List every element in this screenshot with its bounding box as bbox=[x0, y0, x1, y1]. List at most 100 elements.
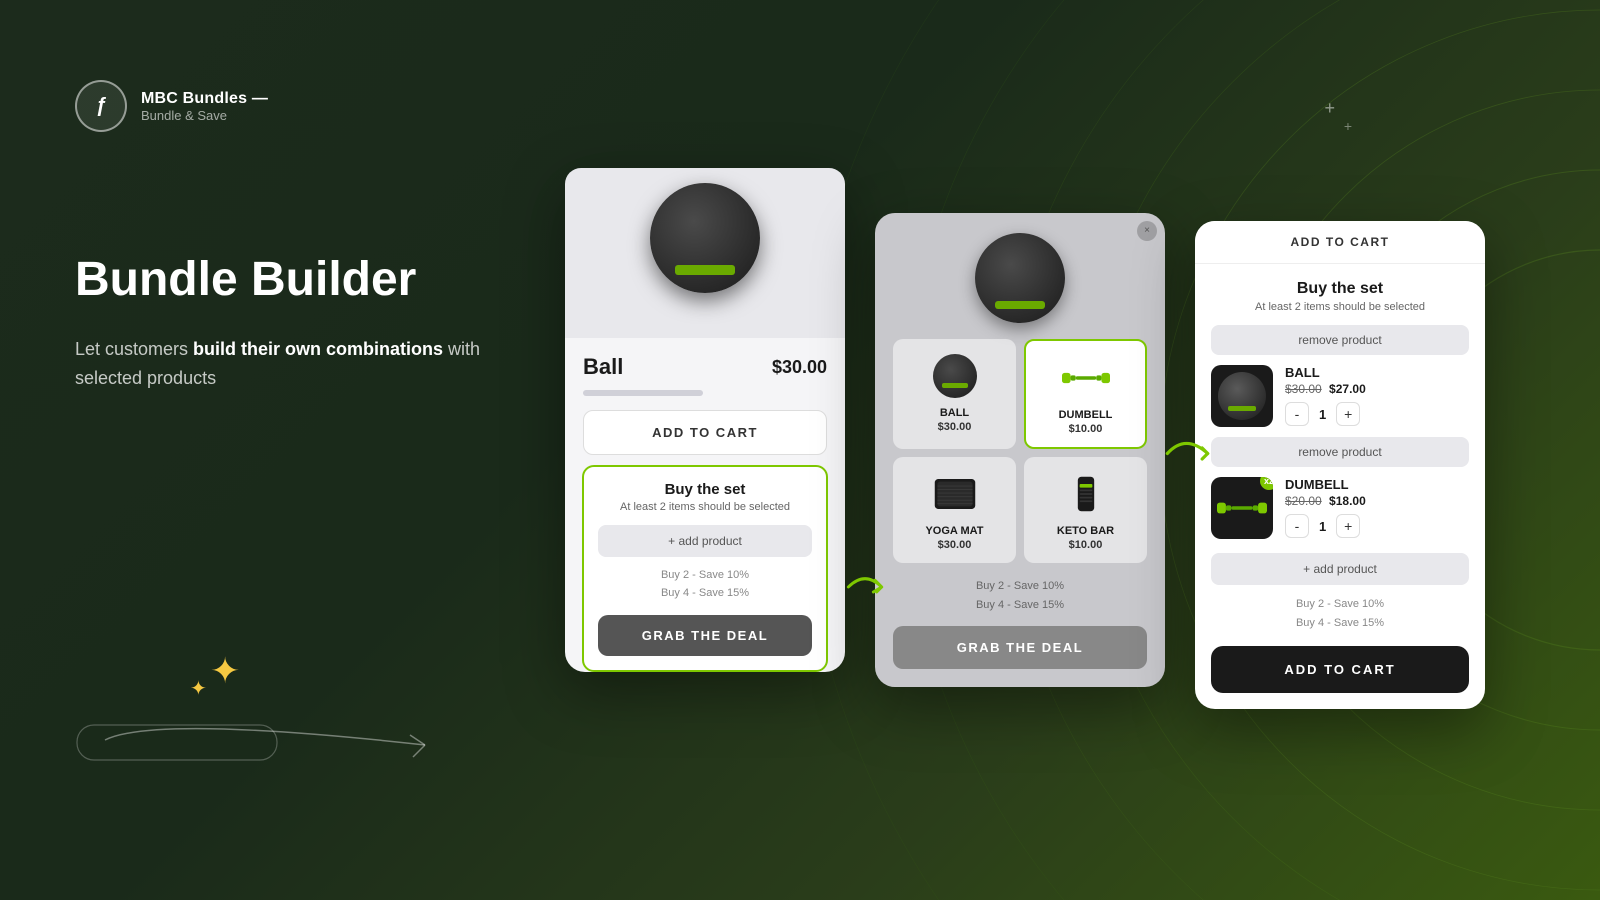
card2-wrapper: BALL $30.00 DUMBELL bbox=[875, 213, 1165, 687]
dumbbell-icon bbox=[1061, 353, 1111, 403]
dumbbell-name: DUMBELL bbox=[1034, 409, 1137, 421]
plus-top-right2: + bbox=[1344, 118, 1352, 134]
ball-original-price: $30.00 bbox=[1285, 382, 1322, 396]
ball-name: BALL bbox=[901, 407, 1008, 419]
bundle-dumbbell-name: DUMBELL bbox=[1285, 477, 1469, 492]
remove-product-button-2[interactable]: remove product bbox=[1211, 437, 1469, 467]
card3-wrapper: ADD TO CART Buy the set At least 2 items… bbox=[1195, 191, 1485, 709]
ball-qty-control: - 1 + bbox=[1285, 402, 1469, 426]
card2: BALL $30.00 DUMBELL bbox=[875, 213, 1165, 687]
dumbbell-qty-minus[interactable]: - bbox=[1285, 514, 1309, 538]
yogamat-svg bbox=[933, 476, 977, 512]
logo-circle: ƒ bbox=[75, 80, 127, 132]
dumbbell-qty-plus[interactable]: + bbox=[1336, 514, 1360, 538]
ketobar-price: $10.00 bbox=[1032, 539, 1139, 551]
card1-body: Ball $30.00 ADD TO CART Buy the set At l… bbox=[565, 338, 845, 671]
brand-title: MBC Bundles — bbox=[141, 90, 268, 108]
ball-qty-plus[interactable]: + bbox=[1336, 402, 1360, 426]
card1-image-area bbox=[565, 168, 845, 338]
discount-line2: Buy 4 - Save 15% bbox=[661, 587, 749, 599]
dumbbell-qty-badge: x2 bbox=[1260, 477, 1273, 490]
card3-discount-1: Buy 2 - Save 10% bbox=[1296, 598, 1384, 610]
plus-top-right: + bbox=[1324, 98, 1335, 119]
card2-discount-2: Buy 4 - Save 15% bbox=[976, 599, 1064, 611]
brand-subtitle: Bundle & Save bbox=[141, 108, 268, 123]
hero-heading: Bundle Builder bbox=[75, 252, 495, 307]
card1-wrapper: Ball $30.00 ADD TO CART Buy the set At l… bbox=[565, 188, 845, 671]
card3-bundle-title: Buy the set bbox=[1211, 280, 1469, 298]
dumbbell-svg bbox=[1062, 364, 1110, 392]
logo-icon: ƒ bbox=[95, 95, 106, 118]
yogamat-name: YOGA MAT bbox=[901, 525, 1008, 537]
bundle-dumbbell-svg bbox=[1217, 493, 1267, 523]
add-to-cart-button-3-top[interactable]: ADD TO CART bbox=[1195, 221, 1485, 264]
ball-icon bbox=[930, 351, 980, 401]
card3-discount: Buy 2 - Save 10% Buy 4 - Save 15% bbox=[1211, 595, 1469, 632]
ketobar-name: KETO BAR bbox=[1032, 525, 1139, 537]
bundle-dumbbell-info: DUMBELL $20.00 $18.00 - 1 + bbox=[1285, 477, 1469, 538]
bundle-ball-sphere bbox=[1218, 372, 1266, 420]
card3-body: Buy the set At least 2 items should be s… bbox=[1195, 264, 1485, 709]
grab-deal-button-1[interactable]: GRAB THE DEAL bbox=[598, 615, 812, 656]
bundle-product-ball: BALL $30.00 $27.00 - 1 + bbox=[1211, 365, 1469, 427]
sparkle-large: ✦ bbox=[210, 650, 240, 692]
bundle-ball-image bbox=[1211, 365, 1273, 427]
arrow-decoration bbox=[75, 695, 475, 780]
dumbbell-qty-control: - 1 + bbox=[1285, 514, 1469, 538]
bundle-section-1: Buy the set At least 2 items should be s… bbox=[582, 465, 828, 671]
bundle-ball-info: BALL $30.00 $27.00 - 1 + bbox=[1285, 365, 1469, 426]
ball-image bbox=[650, 183, 760, 293]
add-to-cart-button-1[interactable]: ADD TO CART bbox=[583, 410, 827, 455]
card3-discount-2: Buy 4 - Save 15% bbox=[1296, 617, 1384, 629]
close-button-2[interactable]: × bbox=[1137, 221, 1157, 241]
bundle-dumbbell-image: x2 bbox=[1211, 477, 1273, 539]
dumbbell-original-price: $20.00 bbox=[1285, 494, 1322, 508]
add-to-cart-button-3-bottom[interactable]: ADD TO CART bbox=[1211, 646, 1469, 693]
bundle-ball-name: BALL bbox=[1285, 365, 1469, 380]
rating-bar bbox=[583, 390, 703, 396]
discount-line1: Buy 2 - Save 10% bbox=[661, 569, 749, 581]
ball-price: $30.00 bbox=[901, 421, 1008, 433]
logo-text: MBC Bundles — Bundle & Save bbox=[141, 90, 268, 123]
green-arrow-2 bbox=[1160, 426, 1215, 486]
hero-description: Let customers build their own combinatio… bbox=[75, 335, 495, 393]
remove-product-button-1[interactable]: remove product bbox=[1211, 325, 1469, 355]
mini-ball bbox=[933, 354, 977, 398]
yogamat-icon bbox=[930, 469, 980, 519]
ketobar-icon bbox=[1061, 469, 1111, 519]
product-info-row: Ball $30.00 bbox=[583, 354, 827, 380]
bundle-subtitle-1: At least 2 items should be selected bbox=[598, 501, 812, 513]
grid-item-ketobar[interactable]: KETO BAR $10.00 bbox=[1024, 457, 1147, 563]
product-price: $30.00 bbox=[772, 357, 827, 378]
discount-info-1: Buy 2 - Save 10% Buy 4 - Save 15% bbox=[598, 567, 812, 602]
grid-item-ball[interactable]: BALL $30.00 bbox=[893, 339, 1016, 449]
card1: Ball $30.00 ADD TO CART Buy the set At l… bbox=[565, 168, 845, 671]
card2-discount: Buy 2 - Save 10% Buy 4 - Save 15% bbox=[893, 577, 1147, 614]
product-grid: BALL $30.00 DUMBELL bbox=[893, 339, 1147, 563]
product-name: Ball bbox=[583, 354, 623, 380]
add-product-button-3[interactable]: + add product bbox=[1211, 553, 1469, 585]
grid-item-dumbbell[interactable]: DUMBELL $10.00 bbox=[1024, 339, 1147, 449]
dumbbell-price: $10.00 bbox=[1034, 423, 1137, 435]
dumbbell-discounted-price: $18.00 bbox=[1329, 494, 1366, 508]
grid-item-yogamat[interactable]: YOGA MAT $30.00 bbox=[893, 457, 1016, 563]
card2-discount-1: Buy 2 - Save 10% bbox=[976, 580, 1064, 592]
bundle-dumbbell-prices: $20.00 $18.00 bbox=[1285, 494, 1469, 508]
ball-stripe bbox=[1228, 406, 1256, 411]
logo-area: ƒ MBC Bundles — Bundle & Save bbox=[75, 80, 495, 132]
ball-qty-minus[interactable]: - bbox=[1285, 402, 1309, 426]
ketobar-svg bbox=[1076, 474, 1096, 514]
ball-qty-value: 1 bbox=[1319, 407, 1326, 422]
grab-deal-button-2[interactable]: GRAB THE DEAL bbox=[893, 626, 1147, 669]
cards-area: Ball $30.00 ADD TO CART Buy the set At l… bbox=[450, 0, 1600, 900]
left-panel: ƒ MBC Bundles — Bundle & Save Bundle Bui… bbox=[75, 80, 495, 393]
dumbbell-qty-value: 1 bbox=[1319, 519, 1326, 534]
bundle-product-dumbbell: x2 DUMBELL $20.00 $18.00 - 1 + bbox=[1211, 477, 1469, 539]
card3: ADD TO CART Buy the set At least 2 items… bbox=[1195, 221, 1485, 709]
add-product-button-1[interactable]: + add product bbox=[598, 525, 812, 557]
bundle-title-1: Buy the set bbox=[598, 481, 812, 498]
yogamat-price: $30.00 bbox=[901, 539, 1008, 551]
green-arrow-1 bbox=[840, 562, 890, 617]
ball-discounted-price: $27.00 bbox=[1329, 382, 1366, 396]
card3-bundle-subtitle: At least 2 items should be selected bbox=[1211, 301, 1469, 313]
